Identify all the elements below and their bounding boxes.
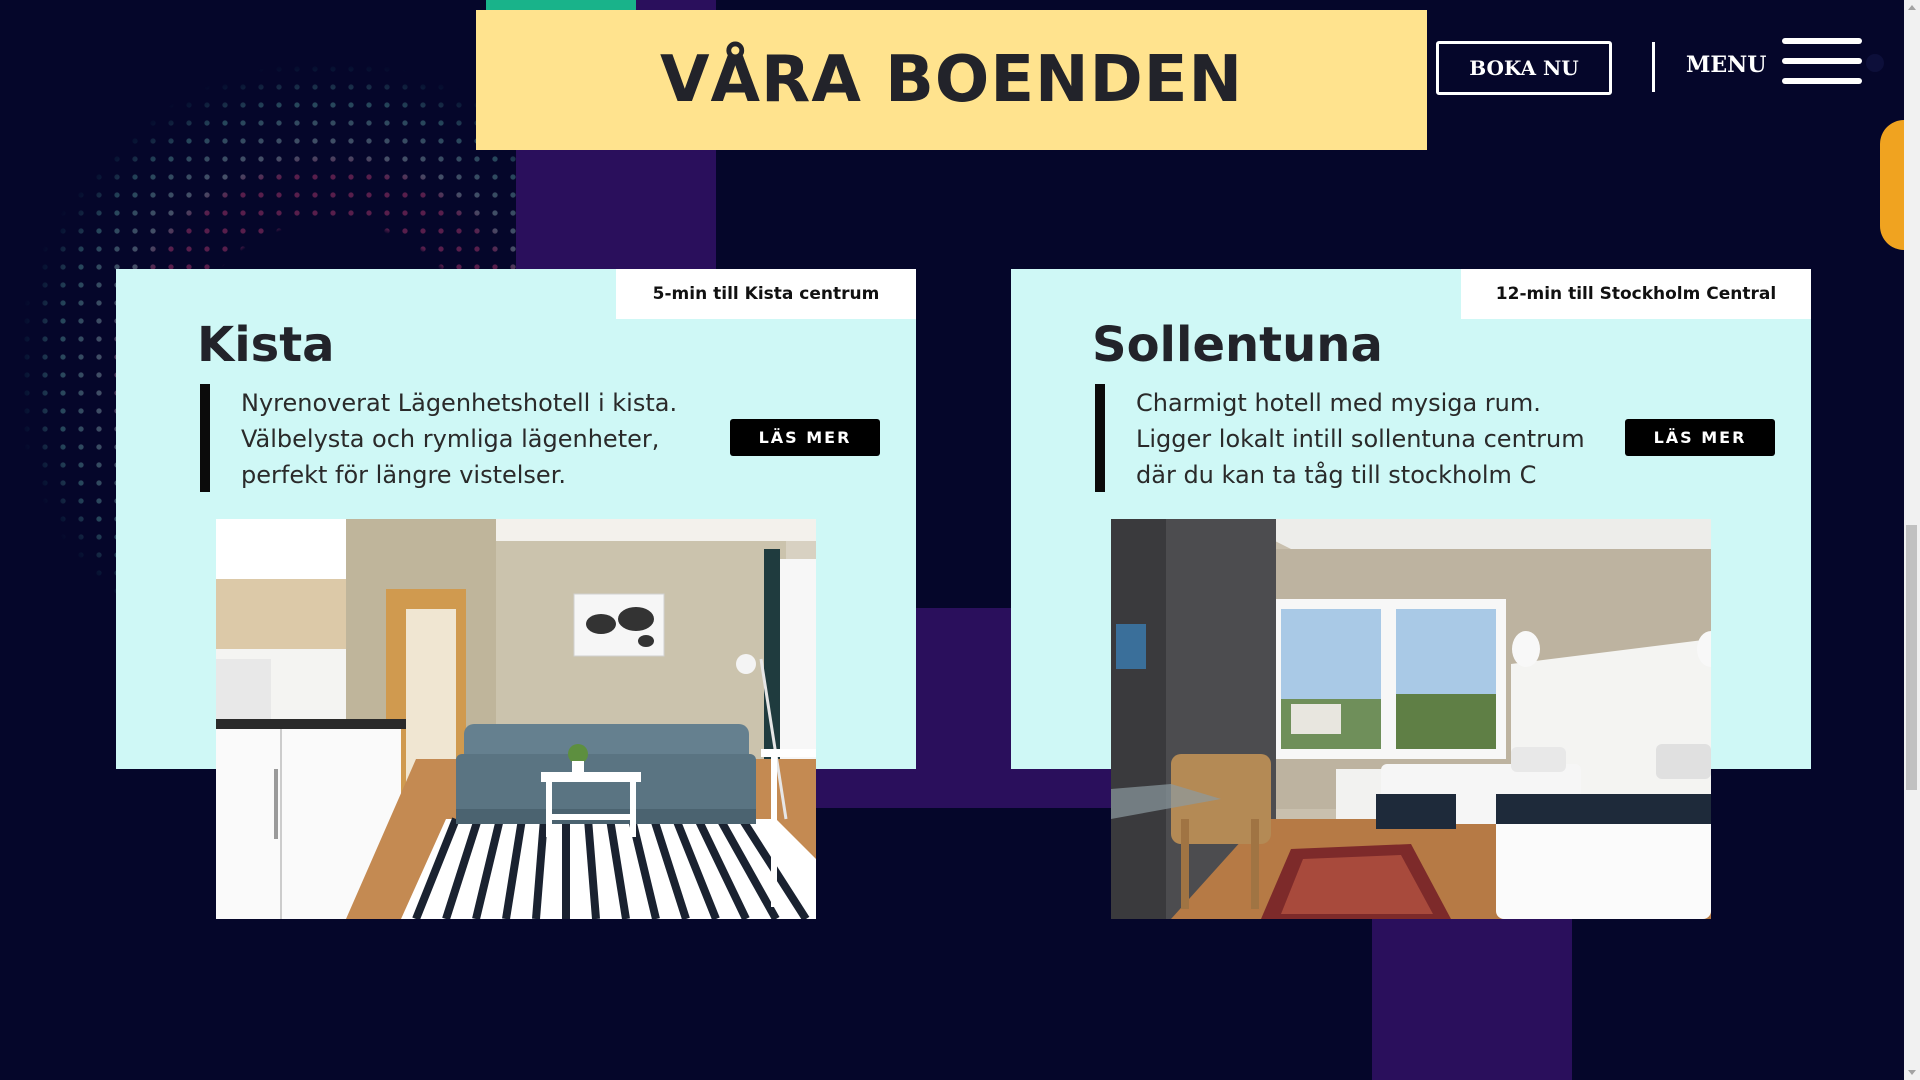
page-title: VÅRA BOENDEN xyxy=(659,43,1244,117)
card-description: Charmigt hotell med mysiga rum. Ligger l… xyxy=(1136,385,1616,493)
hamburger-line xyxy=(1782,78,1862,84)
bedroom-illustration xyxy=(1111,519,1711,919)
read-more-button[interactable]: LÄS MER xyxy=(730,419,880,456)
orange-circle-decoration xyxy=(1880,120,1904,250)
teal-strip-decoration xyxy=(486,0,636,10)
quote-bar xyxy=(1095,384,1105,492)
card-title: Kista xyxy=(197,317,335,373)
description-line: Välbelysta och rymliga lägenheter, xyxy=(241,425,660,453)
card-description: Nyrenoverat Lägenhetshotell i kista. Väl… xyxy=(241,385,721,493)
description-line: Nyrenoverat Lägenhetshotell i kista. xyxy=(241,389,678,417)
kista-apartment-photo[interactable] xyxy=(216,519,816,919)
quote-bar xyxy=(200,384,210,492)
menu-dot-decoration xyxy=(1866,54,1884,72)
hamburger-menu-icon[interactable] xyxy=(1782,38,1862,88)
scroll-up-arrow-icon[interactable] xyxy=(1908,5,1916,10)
hamburger-line xyxy=(1782,38,1862,44)
scroll-down-arrow-icon[interactable] xyxy=(1908,1070,1916,1075)
description-line: Charmigt hotell med mysiga rum. xyxy=(1136,389,1541,417)
description-line: perfekt för längre vistelser. xyxy=(241,461,566,489)
read-more-button[interactable]: LÄS MER xyxy=(1625,419,1775,456)
description-line: Ligger lokalt intill sollentuna centrum xyxy=(1136,425,1585,453)
living-room-illustration xyxy=(216,519,816,919)
page-title-block: VÅRA BOENDEN xyxy=(476,10,1427,150)
sollentuna-room-photo[interactable] xyxy=(1111,519,1711,919)
travel-time-badge: 5-min till Kista centrum xyxy=(616,269,916,319)
book-now-button[interactable]: BOKA NU xyxy=(1436,41,1612,95)
card-title: Sollentuna xyxy=(1092,317,1383,373)
menu-label[interactable]: MENU xyxy=(1686,52,1766,78)
purple-block-decoration-bottom xyxy=(1372,900,1572,1080)
scrollbar-thumb[interactable] xyxy=(1906,525,1917,790)
travel-time-badge: 12-min till Stockholm Central xyxy=(1461,269,1811,319)
description-line: där du kan ta tåg till stockholm C xyxy=(1136,461,1537,489)
hamburger-line xyxy=(1782,58,1862,64)
page: VÅRA BOENDEN BOKA NU MENU 5-min till Kis… xyxy=(0,0,1920,1080)
header-divider xyxy=(1652,42,1655,92)
